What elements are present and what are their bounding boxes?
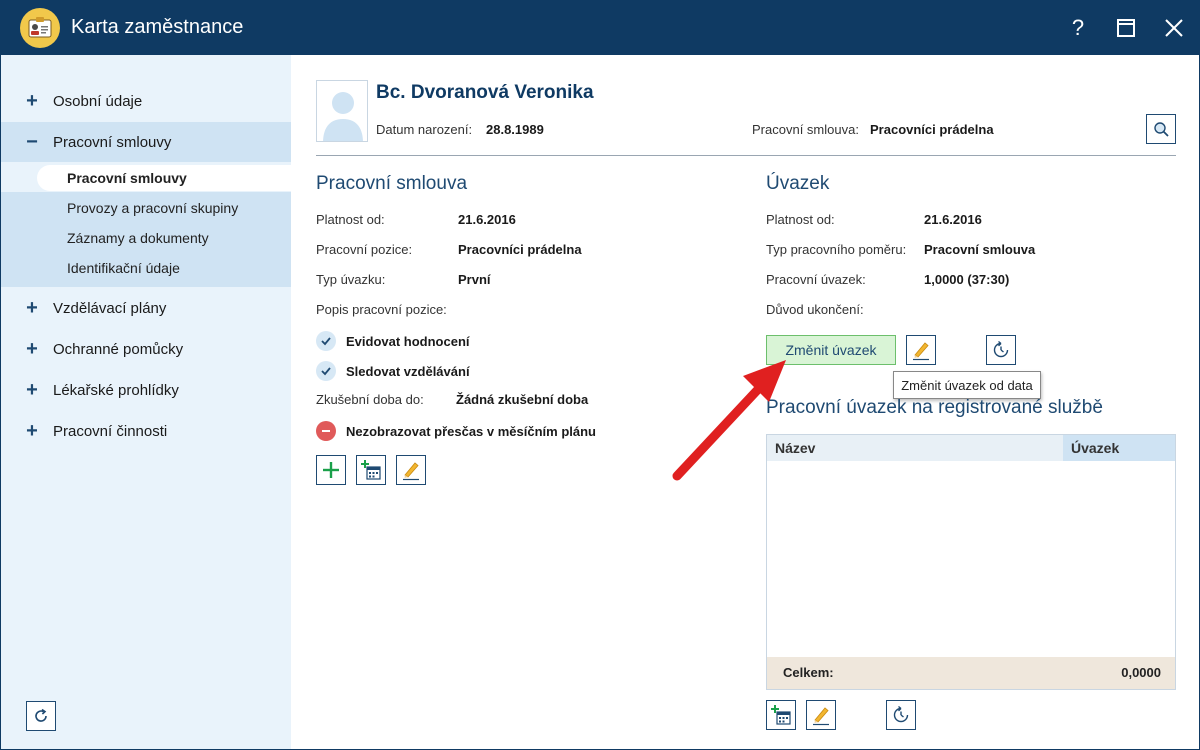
workload-value: 1,0000 (37:30): [924, 272, 1010, 287]
valid-from-label: Platnost od:: [316, 212, 385, 227]
trial-value: Žádná zkušební doba: [456, 392, 589, 407]
sidebar-item-label: Pracovní smlouvy: [53, 133, 172, 151]
table-footer: Celkem: 0,0000: [767, 657, 1175, 689]
pencil-icon: [813, 707, 829, 726]
overtime-setting: Nezobrazovat přesčas v měsíčním plánu: [346, 424, 596, 439]
type-label: Typ úvazku:: [316, 272, 386, 287]
window-title: Karta zaměstnance: [71, 16, 244, 38]
search-icon: [1154, 122, 1169, 137]
employment-type-label: Typ pracovního poměru:: [766, 242, 907, 257]
checkmark-icon: [316, 331, 336, 351]
sidebar-item-pracovni-cinnosti[interactable]: + Pracovní činnosti: [1, 411, 291, 451]
sidebar-item-vzdelavaci-plany[interactable]: + Vzdělávací plány: [1, 288, 291, 328]
contract-value: Pracovníci prádelna: [870, 122, 994, 137]
position-label: Pracovní pozice:: [316, 242, 413, 257]
refresh-button[interactable]: [26, 701, 56, 731]
sidebar-item-label: Osobní údaje: [53, 92, 143, 110]
employment-type-value: Pracovní smlouva: [924, 242, 1036, 257]
workload-valid-from-value: 21.6.2016: [924, 212, 982, 227]
type-value: První: [458, 272, 491, 287]
birth-label: Datum narození:: [376, 122, 473, 137]
header-divider: [316, 155, 1176, 156]
checkmark-icon: [316, 361, 336, 381]
add-service-button[interactable]: [766, 700, 796, 730]
sidebar-item-pracovni-smlouvy[interactable]: − Pracovní smlouvy: [1, 122, 291, 162]
edit-contract-button[interactable]: [396, 455, 426, 485]
add-button[interactable]: [316, 455, 346, 485]
pencil-icon: [913, 342, 929, 361]
sidebar-item-osobni-udaje[interactable]: + Osobní údaje: [1, 81, 291, 121]
expand-icon: +: [26, 89, 38, 112]
close-icon: [1165, 19, 1183, 37]
sidebar-item-lekarske-prohlidky[interactable]: + Lékařské prohlídky: [1, 370, 291, 410]
plus-icon: [323, 462, 339, 478]
position-value: Pracovníci prádelna: [458, 242, 582, 257]
collapse-icon: −: [26, 130, 38, 153]
sidebar-item-label: Vzdělávací plány: [53, 299, 167, 317]
total-value: 0,0000: [1121, 665, 1161, 680]
expand-icon: +: [26, 337, 38, 360]
column-header-name[interactable]: Název: [767, 435, 1063, 461]
total-label: Celkem:: [783, 665, 834, 680]
registered-service-table: Název Úvazek Celkem: 0,0000: [766, 434, 1176, 690]
close-button[interactable]: [1158, 12, 1190, 44]
sidebar-item-label: Pracovní činnosti: [53, 422, 168, 440]
expand-icon: +: [26, 296, 38, 319]
service-history-button[interactable]: [886, 700, 916, 730]
history-icon: [893, 705, 909, 723]
contract-section-title: Pracovní smlouva: [316, 173, 468, 194]
subitem-provozy[interactable]: Provozy a pracovní skupiny: [37, 195, 291, 221]
search-button[interactable]: [1146, 114, 1176, 144]
sidebar: + Osobní údaje − Pracovní smlouvy Pracov…: [1, 55, 291, 749]
minus-circle-icon: [316, 421, 336, 441]
employee-name: Bc. Dvoranová Veronika: [376, 82, 594, 103]
help-button[interactable]: ?: [1062, 12, 1094, 44]
column-header-workload[interactable]: Úvazek: [1063, 435, 1175, 461]
history-icon: [993, 340, 1009, 358]
edit-service-button[interactable]: [806, 700, 836, 730]
sidebar-item-label: Lékařské prohlídky: [53, 381, 179, 399]
history-button[interactable]: [986, 335, 1016, 365]
employee-card-icon: [20, 8, 60, 48]
title-bar: Karta zaměstnance ?: [0, 0, 1200, 55]
change-workload-from-date-button[interactable]: [906, 335, 936, 365]
pencil-icon: [403, 462, 419, 481]
add-calendar-button[interactable]: [356, 455, 386, 485]
expand-icon: +: [26, 378, 38, 401]
description-label: Popis pracovní pozice:: [316, 302, 447, 317]
sidebar-item-ochranne-pomucky[interactable]: + Ochranné pomůcky: [1, 329, 291, 369]
avatar: [316, 80, 368, 142]
maximize-button[interactable]: [1110, 12, 1142, 44]
calendar-add-icon: [361, 460, 381, 480]
annotation-arrow: [672, 360, 786, 481]
subitem-pracovni-smlouvy[interactable]: Pracovní smlouvy: [37, 165, 291, 191]
maximize-icon: [1117, 19, 1135, 37]
subitem-zaznamy[interactable]: Záznamy a dokumenty: [37, 225, 291, 251]
contract-label: Pracovní smlouva:: [752, 122, 859, 137]
workload-section-title: Úvazek: [766, 173, 830, 194]
birth-value: 28.8.1989: [486, 122, 544, 137]
workload-label: Pracovní úvazek:: [766, 272, 866, 287]
sidebar-item-label: Ochranné pomůcky: [53, 340, 184, 358]
check-education: Sledovat vzdělávání: [346, 364, 470, 379]
check-evaluation: Evidovat hodnocení: [346, 334, 470, 349]
trial-label: Zkušební doba do:: [316, 392, 424, 407]
calendar-add-icon: [771, 705, 791, 725]
tooltip: Změnit úvazek od data: [893, 371, 1041, 399]
termination-reason-label: Důvod ukončení:: [766, 302, 864, 317]
registered-service-title: Pracovní úvazek na registrované službě: [766, 397, 1103, 418]
valid-from-value: 21.6.2016: [458, 212, 516, 227]
subitem-identifikacni-udaje[interactable]: Identifikační údaje: [37, 255, 291, 281]
expand-icon: +: [26, 419, 38, 442]
refresh-icon: [35, 708, 47, 722]
workload-valid-from-label: Platnost od:: [766, 212, 835, 227]
